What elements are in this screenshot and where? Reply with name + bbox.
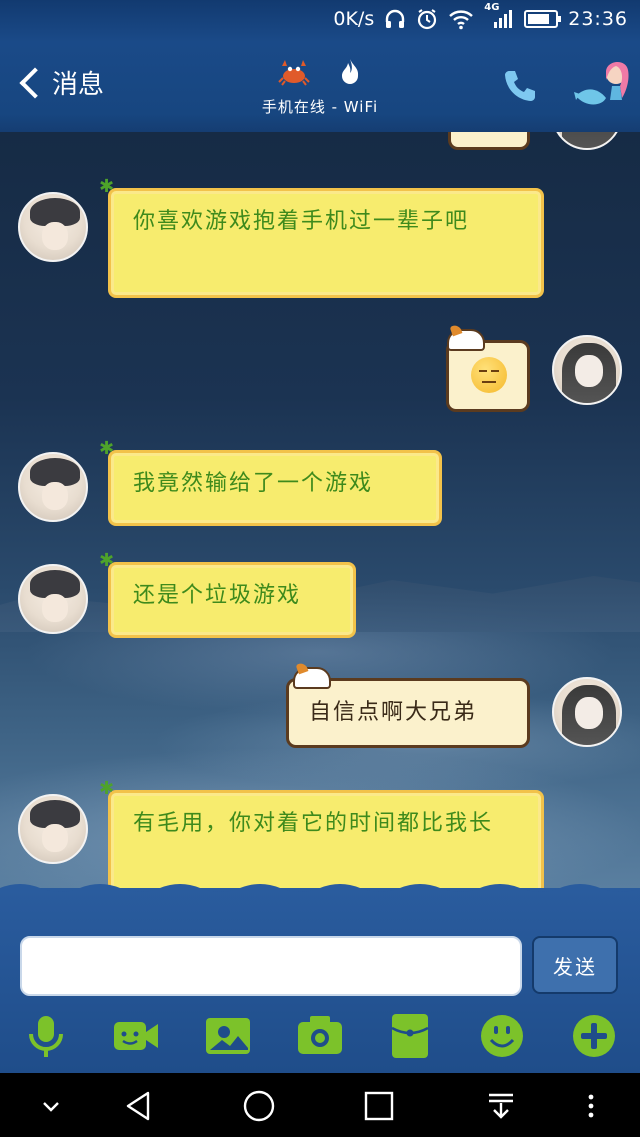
back-nav-icon[interactable] [122,1089,156,1123]
camera-icon[interactable] [296,1012,344,1060]
message-text: 自信点啊大兄弟 [309,700,478,725]
message-text: 有毛用，你对着它的时间都比我长 [133,811,494,836]
wifi-icon [449,10,474,30]
message-bubble[interactable]: ✱ 你喜欢游戏抱着手机过一辈子吧 [99,178,544,298]
back-button[interactable]: 消息 [16,64,104,101]
crab-icon [278,60,310,86]
message-text: 你喜欢游戏抱着手机过一辈子吧 [133,209,470,234]
chat-area[interactable]: ✱ 你喜欢游戏抱着手机过一辈子吧 ✱ 我竟然输给了一个游戏 ✱ 还是个垃圾游戏 … [0,132,640,888]
home-nav-icon[interactable] [242,1089,276,1123]
more-icon[interactable] [574,1089,608,1123]
avatar-self[interactable] [552,335,622,405]
battery-icon [524,10,562,28]
cat-decoration-icon [447,329,485,351]
message-bubble[interactable]: 自信点啊大兄弟 [286,667,530,748]
leaf-decoration-icon: ✱ [99,176,117,197]
message-text: 还是个垃圾游戏 [133,583,302,608]
image-icon[interactable] [204,1012,252,1060]
contact-status: 手机在线 - WiFi [200,54,440,117]
message-bubble[interactable]: ✱ 还是个垃圾游戏 [99,552,356,638]
avatar-contact[interactable] [18,564,88,634]
phone-call-icon[interactable] [500,66,540,106]
emoji-icon[interactable] [478,1012,526,1060]
chevron-left-icon [19,66,51,99]
message-bubble[interactable]: ✱ 有毛用，你对着它的时间都比我长 [99,780,544,888]
leaf-decoration-icon: ✱ [99,438,117,459]
wifi-flame-icon [342,59,359,84]
send-button[interactable]: 发送 [532,936,618,994]
system-nav-bar [0,1073,640,1137]
avatar-self[interactable] [552,677,622,747]
plus-icon[interactable] [570,1012,618,1060]
headphones-icon [386,9,405,28]
online-status: 手机在线 - WiFi [261,98,379,116]
message-bubble[interactable] [446,329,530,412]
status-bar: 0K/s 4G 23:36 [0,0,640,42]
unamused-face-emoji [471,357,507,393]
avatar-contact[interactable] [18,452,88,522]
back-label: 消息 [52,70,105,100]
message-bubble[interactable]: ✱ 我竟然输给了一个游戏 [99,440,442,526]
avatar-contact[interactable] [18,794,88,864]
clock: 23:36 [568,8,628,30]
avatar-self[interactable] [552,132,622,150]
notification-pull-icon[interactable] [484,1089,518,1123]
message-bubble-partial [448,132,530,150]
alarm-icon [418,9,437,30]
input-toolbar [0,1006,640,1068]
avatar-contact[interactable] [18,192,88,262]
network-type-label: 4G [484,2,500,13]
message-text: 我竟然输给了一个游戏 [133,471,374,496]
leaf-decoration-icon: ✱ [99,778,117,799]
input-panel: 发送 [0,884,640,1073]
mermaid-decoration-icon [574,61,629,105]
signal-icon: 4G [484,2,514,30]
leaf-decoration-icon: ✱ [99,550,117,571]
hide-keyboard-icon[interactable] [34,1089,68,1123]
recents-nav-icon[interactable] [362,1089,396,1123]
network-speed: 0K/s [333,8,375,30]
message-input[interactable] [20,936,522,996]
microphone-icon[interactable] [22,1012,70,1060]
video-call-icon[interactable] [112,1012,160,1060]
red-packet-icon[interactable] [386,1012,434,1060]
cat-decoration-icon [293,667,331,689]
chat-header: 消息 手机在线 - WiFi [0,42,640,134]
